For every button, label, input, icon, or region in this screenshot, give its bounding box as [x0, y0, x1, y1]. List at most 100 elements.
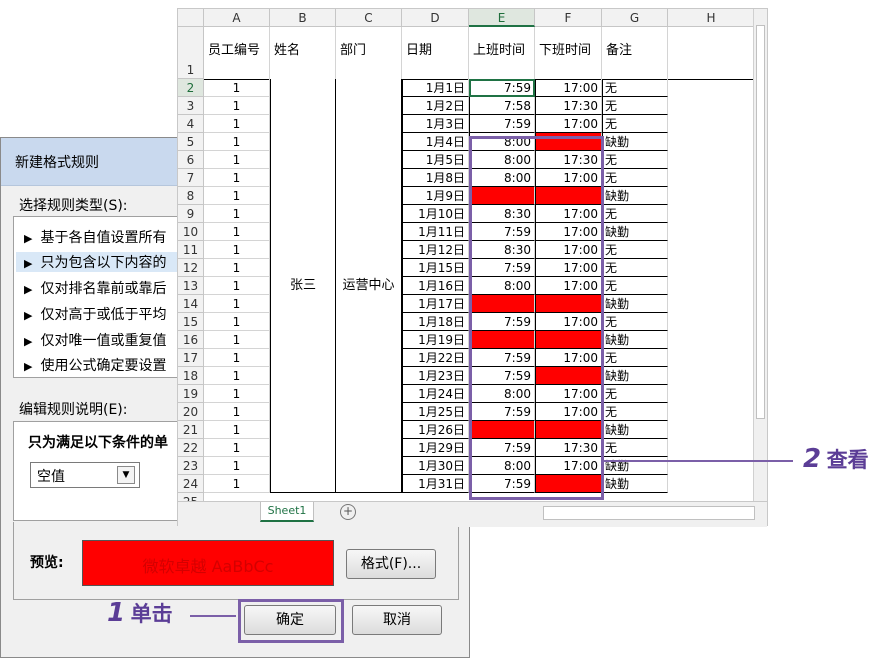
header-cell[interactable]: 部门: [340, 39, 366, 58]
rule-type-item[interactable]: ▶ 基于各自值设置所有: [24, 227, 166, 247]
id-cell[interactable]: 1: [204, 97, 270, 115]
note-cell[interactable]: 无: [602, 259, 668, 277]
merged-dept-cell[interactable]: 运营中心: [336, 79, 402, 493]
header-cell[interactable]: 上班时间: [473, 39, 525, 58]
note-cell[interactable]: 缺勤: [602, 295, 668, 313]
clock-out-cell[interactable]: [535, 133, 602, 151]
format-button[interactable]: 格式(F)...: [346, 549, 436, 579]
clock-in-cell[interactable]: 7:59: [469, 259, 535, 277]
date-cell[interactable]: 1月18日: [402, 313, 469, 331]
note-cell[interactable]: 缺勤: [602, 223, 668, 241]
id-cell[interactable]: 1: [204, 367, 270, 385]
row-header[interactable]: 11: [178, 241, 204, 259]
clock-in-cell[interactable]: [469, 331, 535, 349]
note-cell[interactable]: 无: [602, 115, 668, 133]
clock-out-cell[interactable]: 17:00: [535, 241, 602, 259]
date-cell[interactable]: 1月24日: [402, 385, 469, 403]
column-header-h[interactable]: H: [668, 9, 755, 27]
clock-out-cell[interactable]: 17:00: [535, 457, 602, 475]
date-cell[interactable]: 1月2日: [402, 97, 469, 115]
note-cell[interactable]: 无: [602, 169, 668, 187]
date-cell[interactable]: 1月9日: [402, 187, 469, 205]
row-header[interactable]: 19: [178, 385, 204, 403]
note-cell[interactable]: 无: [602, 79, 668, 97]
clock-out-cell[interactable]: [535, 187, 602, 205]
id-cell[interactable]: 1: [204, 205, 270, 223]
row-header[interactable]: 6: [178, 151, 204, 169]
note-cell[interactable]: 无: [602, 439, 668, 457]
note-cell[interactable]: 缺勤: [602, 367, 668, 385]
date-cell[interactable]: 1月16日: [402, 277, 469, 295]
clock-in-cell[interactable]: 7:59: [469, 223, 535, 241]
clock-in-cell[interactable]: [469, 187, 535, 205]
clock-in-cell[interactable]: 8:00: [469, 277, 535, 295]
row-header[interactable]: 18: [178, 367, 204, 385]
column-header-g[interactable]: G: [602, 9, 668, 27]
clock-out-cell[interactable]: 17:30: [535, 97, 602, 115]
row-header[interactable]: 22: [178, 439, 204, 457]
id-cell[interactable]: 1: [204, 151, 270, 169]
id-cell[interactable]: 1: [204, 403, 270, 421]
note-cell[interactable]: 无: [602, 151, 668, 169]
horizontal-scrollbar[interactable]: [543, 506, 755, 520]
date-cell[interactable]: 1月25日: [402, 403, 469, 421]
add-sheet-icon[interactable]: +: [340, 504, 356, 520]
clock-in-cell[interactable]: 7:59: [469, 79, 535, 97]
date-cell[interactable]: 1月31日: [402, 475, 469, 493]
cancel-button[interactable]: 取消: [352, 605, 442, 635]
date-cell[interactable]: 1月30日: [402, 457, 469, 475]
clock-in-cell[interactable]: 8:00: [469, 385, 535, 403]
date-cell[interactable]: 1月29日: [402, 439, 469, 457]
note-cell[interactable]: 缺勤: [602, 331, 668, 349]
row-header[interactable]: 15: [178, 313, 204, 331]
note-cell[interactable]: 无: [602, 385, 668, 403]
row-header[interactable]: 21: [178, 421, 204, 439]
clock-in-cell[interactable]: 8:30: [469, 241, 535, 259]
date-cell[interactable]: 1月12日: [402, 241, 469, 259]
id-cell[interactable]: 1: [204, 313, 270, 331]
clock-out-cell[interactable]: 17:00: [535, 169, 602, 187]
rule-type-item[interactable]: ▶ 仅对高于或低于平均: [24, 304, 166, 324]
date-cell[interactable]: 1月5日: [402, 151, 469, 169]
clock-in-cell[interactable]: 7:59: [469, 367, 535, 385]
date-cell[interactable]: 1月1日: [402, 79, 469, 97]
id-cell[interactable]: 1: [204, 349, 270, 367]
clock-in-cell[interactable]: [469, 421, 535, 439]
row-header[interactable]: 24: [178, 475, 204, 493]
clock-out-cell[interactable]: [535, 331, 602, 349]
date-cell[interactable]: 1月3日: [402, 115, 469, 133]
clock-in-cell[interactable]: 7:59: [469, 403, 535, 421]
note-cell[interactable]: 缺勤: [602, 187, 668, 205]
id-cell[interactable]: 1: [204, 439, 270, 457]
note-cell[interactable]: 无: [602, 349, 668, 367]
clock-out-cell[interactable]: 17:00: [535, 79, 602, 97]
row-header[interactable]: 3: [178, 97, 204, 115]
header-cell[interactable]: 备注: [606, 39, 632, 58]
id-cell[interactable]: 1: [204, 187, 270, 205]
row-header[interactable]: 25: [178, 493, 204, 501]
note-cell[interactable]: 无: [602, 277, 668, 295]
id-cell[interactable]: 1: [204, 277, 270, 295]
clock-in-cell[interactable]: 8:00: [469, 457, 535, 475]
id-cell[interactable]: 1: [204, 259, 270, 277]
row-header[interactable]: 9: [178, 205, 204, 223]
id-cell[interactable]: 1: [204, 133, 270, 151]
scrollbar-thumb[interactable]: [756, 25, 765, 419]
column-header-f[interactable]: F: [535, 9, 602, 27]
vertical-scrollbar[interactable]: [753, 9, 767, 501]
header-cell[interactable]: 下班时间: [539, 39, 591, 58]
clock-in-cell[interactable]: 7:59: [469, 475, 535, 493]
chevron-down-icon[interactable]: ▼: [117, 466, 135, 484]
id-cell[interactable]: 1: [204, 331, 270, 349]
clock-in-cell[interactable]: 7:59: [469, 439, 535, 457]
clock-in-cell[interactable]: [469, 295, 535, 313]
note-cell[interactable]: 无: [602, 205, 668, 223]
header-cell[interactable]: 日期: [406, 39, 432, 58]
clock-in-cell[interactable]: 8:00: [469, 133, 535, 151]
clock-out-cell[interactable]: [535, 421, 602, 439]
row-header[interactable]: 4: [178, 115, 204, 133]
clock-out-cell[interactable]: 17:00: [535, 223, 602, 241]
note-cell[interactable]: 无: [602, 403, 668, 421]
condition-select[interactable]: 空值 ▼: [30, 462, 140, 488]
id-cell[interactable]: 1: [204, 79, 270, 97]
